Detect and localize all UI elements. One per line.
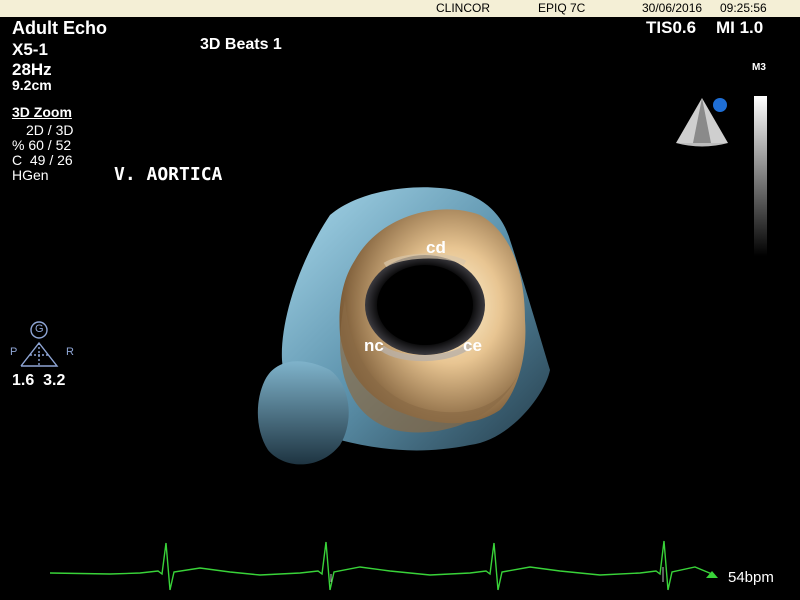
orientation-values: 1.6 3.2 xyxy=(12,372,66,389)
heart-rate: 54bpm xyxy=(728,569,774,586)
orientation-left: P xyxy=(10,346,18,358)
cusp-label-nc: nc xyxy=(364,336,384,355)
probe-orientation-icon xyxy=(676,98,728,147)
orientation-marker: G xyxy=(35,323,44,335)
orientation-right: R xyxy=(66,346,74,358)
ecg-trace xyxy=(49,540,718,591)
cusp-label-ce: ce xyxy=(463,336,482,355)
aortic-valve-render xyxy=(257,187,550,465)
ultrasound-view xyxy=(20,96,767,591)
cusp-label-cd: cd xyxy=(426,238,446,257)
grayscale-bar xyxy=(754,96,767,256)
